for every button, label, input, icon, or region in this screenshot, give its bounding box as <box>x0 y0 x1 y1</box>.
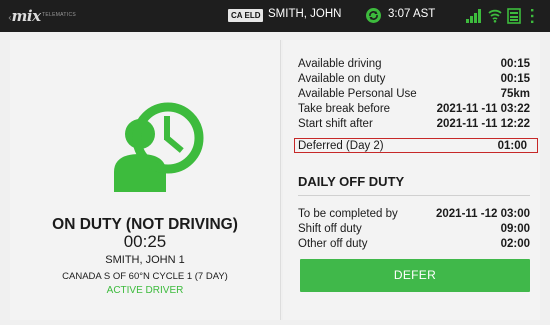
app-frame: ‹mix TELEMATICS CA ELD SMITH, JOHN 3:07 … <box>0 0 550 325</box>
defer-button[interactable]: DEFER <box>300 259 530 292</box>
off-duty-row: To be completed by 2021-11 -12 03:00 <box>298 207 530 221</box>
driver-clock-icon <box>114 102 204 192</box>
off-duty-label: Shift off duty <box>298 223 362 235</box>
availability-label: Available on duty <box>298 73 386 85</box>
availability-panel: Available driving 00:15 Available on dut… <box>283 40 540 320</box>
availability-label: Available driving <box>298 58 382 70</box>
availability-value: 00:15 <box>500 73 530 85</box>
availability-value: 00:15 <box>500 58 530 70</box>
battery-icon <box>507 8 521 24</box>
wifi-icon <box>488 9 502 23</box>
off-duty-row: Other off duty 02:00 <box>298 237 530 251</box>
deferred-row: Deferred (Day 2) 01:00 <box>294 138 538 153</box>
off-duty-value: 2021-11 -12 03:00 <box>436 208 530 220</box>
logo-text: mix <box>11 7 42 25</box>
off-duty-value: 02:00 <box>500 238 530 250</box>
availability-label: Available Personal Use <box>298 88 417 100</box>
availability-label: Start shift after <box>298 118 373 130</box>
off-duty-label: Other off duty <box>298 238 368 250</box>
sync-icon[interactable] <box>365 7 382 24</box>
signal-icon <box>466 9 481 23</box>
header-driver-name[interactable]: SMITH, JOHN <box>268 8 341 20</box>
availability-row: Available driving 00:15 <box>298 57 530 71</box>
duty-timer: 00:25 <box>123 232 167 251</box>
section-divider <box>298 195 530 196</box>
availability-row: Start shift after 2021-11 -11 12:22 <box>298 117 530 131</box>
availability-row: Take break before 2021-11 -11 03:22 <box>298 102 530 116</box>
status-bar: ‹mix TELEMATICS CA ELD SMITH, JOHN 3:07 … <box>0 0 550 32</box>
deferred-value: 01:00 <box>497 139 527 152</box>
availability-row: Available on duty 00:15 <box>298 72 530 86</box>
off-duty-row: Shift off duty 09:00 <box>298 222 530 236</box>
clock-time: 3:07 AST <box>388 8 436 20</box>
cycle-rule: CANADA S OF 60°N CYCLE 1 (7 DAY) <box>62 271 228 282</box>
off-duty-label: To be completed by <box>298 208 398 220</box>
eld-badge: CA ELD <box>228 9 264 22</box>
availability-label: Take break before <box>298 103 391 115</box>
availability-value: 2021-11 -11 12:22 <box>436 118 530 130</box>
off-duty-value: 09:00 <box>500 223 530 235</box>
deferred-label: Deferred (Day 2) <box>298 139 384 152</box>
logo-subtitle: TELEMATICS <box>42 12 77 18</box>
availability-value: 75km <box>500 88 530 100</box>
mix-logo: ‹mix <box>8 7 41 25</box>
daily-off-duty-title: DAILY OFF DUTY <box>298 174 405 189</box>
availability-value: 2021-11 -11 03:22 <box>436 103 530 115</box>
active-driver-label: ACTIVE DRIVER <box>106 285 184 296</box>
driver-name: SMITH, JOHN 1 <box>105 254 185 266</box>
availability-row: Available Personal Use 75km <box>298 87 530 101</box>
overflow-menu-icon[interactable] <box>527 8 537 24</box>
duty-status-panel: ON DUTY (NOT DRIVING) 00:25 SMITH, JOHN … <box>10 40 281 320</box>
